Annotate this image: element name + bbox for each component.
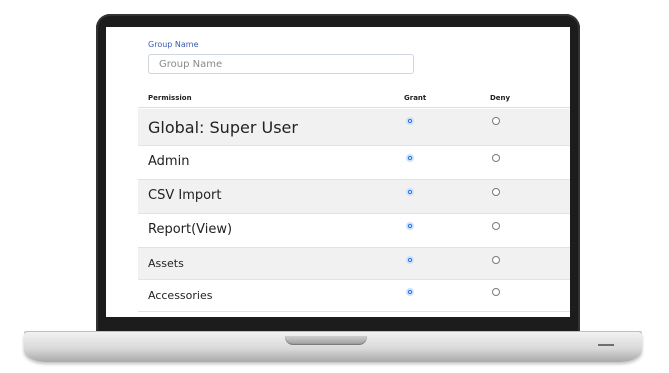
grant-column-header: Grant [404,94,427,102]
group-name-label: Group Name [148,40,199,49]
deny-radio[interactable] [492,117,500,125]
permission-label: Accessories [148,289,213,302]
laptop-screen: Group Name Permission Grant Deny Global:… [106,27,570,317]
table-row: Admin [138,146,570,180]
deny-radio[interactable] [492,288,500,296]
table-row: Report(View) [138,214,570,248]
table-row: Global: Super User [138,109,570,146]
permission-label: Assets [148,257,184,270]
grant-radio[interactable] [406,188,414,196]
table-row: Assets [138,248,570,280]
grant-radio[interactable] [406,256,414,264]
laptop-opening-notch [285,336,367,345]
grant-radio[interactable] [406,288,414,296]
permission-label: Global: Super User [148,118,298,137]
deny-column-header: Deny [490,94,511,102]
permission-label: CSV Import [148,188,222,203]
grant-radio[interactable] [406,154,414,162]
laptop-base-highlight [598,344,614,346]
header-divider [138,107,570,108]
deny-radio[interactable] [492,154,500,162]
deny-radio[interactable] [492,222,500,230]
deny-radio[interactable] [492,256,500,264]
group-name-input[interactable] [148,54,414,74]
table-row: Accessories [138,280,570,312]
permission-column-header: Permission [148,94,192,102]
deny-radio[interactable] [492,188,500,196]
table-row: CSV Import [138,180,570,214]
permission-label: Admin [148,154,190,169]
grant-radio[interactable] [406,222,414,230]
grant-radio[interactable] [406,117,414,125]
permission-label: Report(View) [148,222,233,237]
